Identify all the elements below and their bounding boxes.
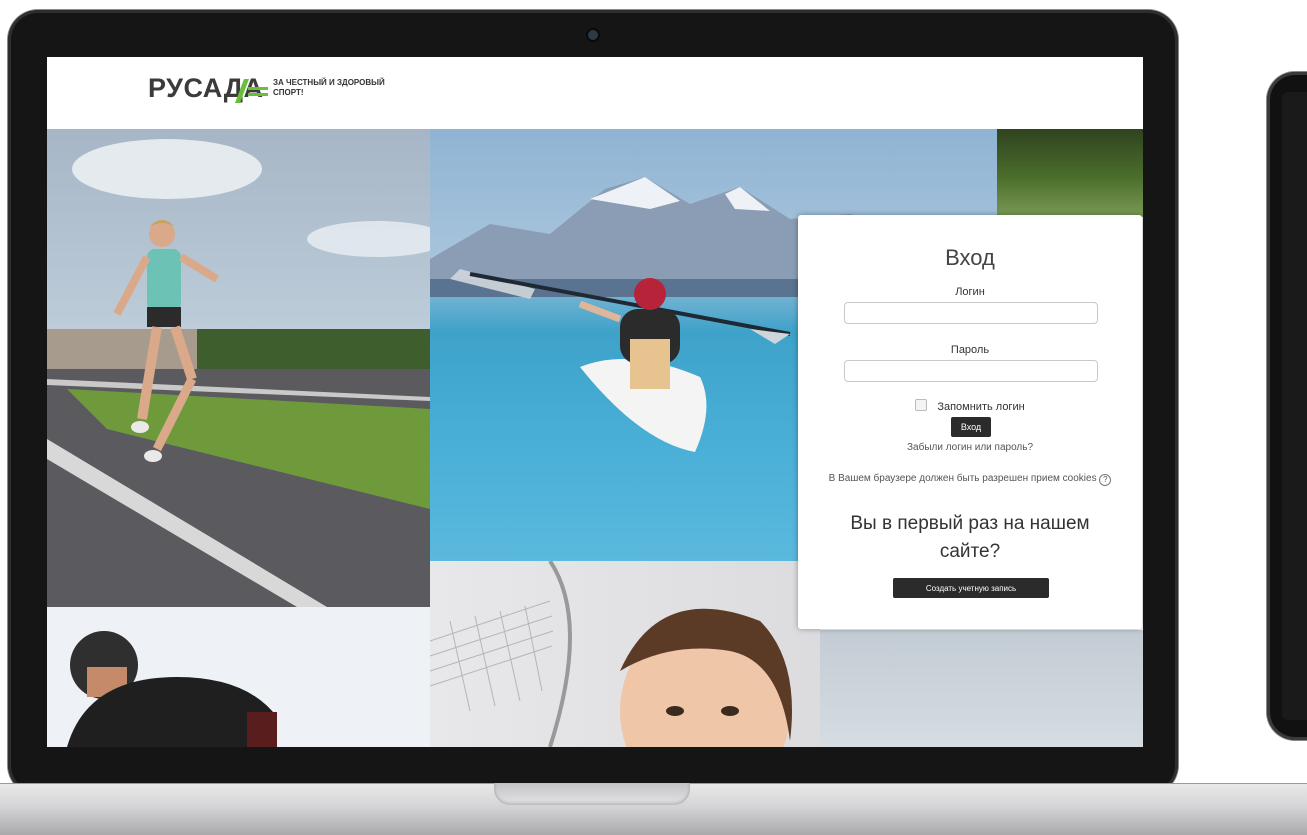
remember-label[interactable]: Запомнить логин bbox=[937, 401, 1024, 413]
brand-logo-icon bbox=[235, 79, 268, 103]
photo-hockey bbox=[47, 607, 430, 747]
login-card: Вход Логин Пароль Запомнить логин Вход З… bbox=[798, 215, 1142, 629]
laptop-notch bbox=[494, 783, 690, 805]
runner-illustration bbox=[47, 139, 430, 607]
laptop-screen: РУСАДА ЗА ЧЕСТНЫЙ И ЗДОРОВЫЙ СПОРТ! Вход… bbox=[47, 57, 1143, 747]
hockey-illustration bbox=[67, 631, 277, 747]
username-input[interactable] bbox=[844, 302, 1098, 324]
login-submit-button[interactable]: Вход bbox=[951, 417, 991, 437]
photo-tennis bbox=[430, 561, 820, 747]
remember-row: Запомнить логин bbox=[798, 399, 1142, 413]
brand-tagline: ЗА ЧЕСТНЫЙ И ЗДОРОВЫЙ СПОРТ! bbox=[273, 78, 385, 97]
question-circle-icon[interactable]: ? bbox=[1099, 474, 1112, 486]
photo-forest bbox=[997, 129, 1143, 217]
tennis-illustration bbox=[430, 561, 792, 747]
first-time-heading: Вы в первый раз на нашем сайте? bbox=[850, 513, 1090, 562]
username-label: Логин bbox=[955, 286, 985, 298]
site-header: РУСАДА ЗА ЧЕСТНЫЙ И ЗДОРОВЫЙ СПОРТ! bbox=[47, 57, 1143, 129]
forgot-password-link[interactable]: Забыли логин или пароль? bbox=[798, 442, 1142, 453]
cookies-note: В Вашем браузере должен быть разрешен пр… bbox=[828, 471, 1112, 486]
remember-checkbox[interactable] bbox=[915, 399, 928, 411]
tablet-screen bbox=[1282, 92, 1307, 720]
cookies-note-text: В Вашем браузере должен быть разрешен пр… bbox=[828, 473, 1097, 484]
password-label: Пароль bbox=[950, 344, 990, 356]
create-account-button[interactable]: Создать учетную запись bbox=[893, 578, 1049, 598]
photo-sky bbox=[820, 630, 1143, 747]
password-input[interactable] bbox=[844, 360, 1098, 382]
login-title: Вход bbox=[945, 245, 995, 270]
webcam-icon bbox=[588, 30, 598, 40]
photo-runner bbox=[47, 129, 430, 607]
